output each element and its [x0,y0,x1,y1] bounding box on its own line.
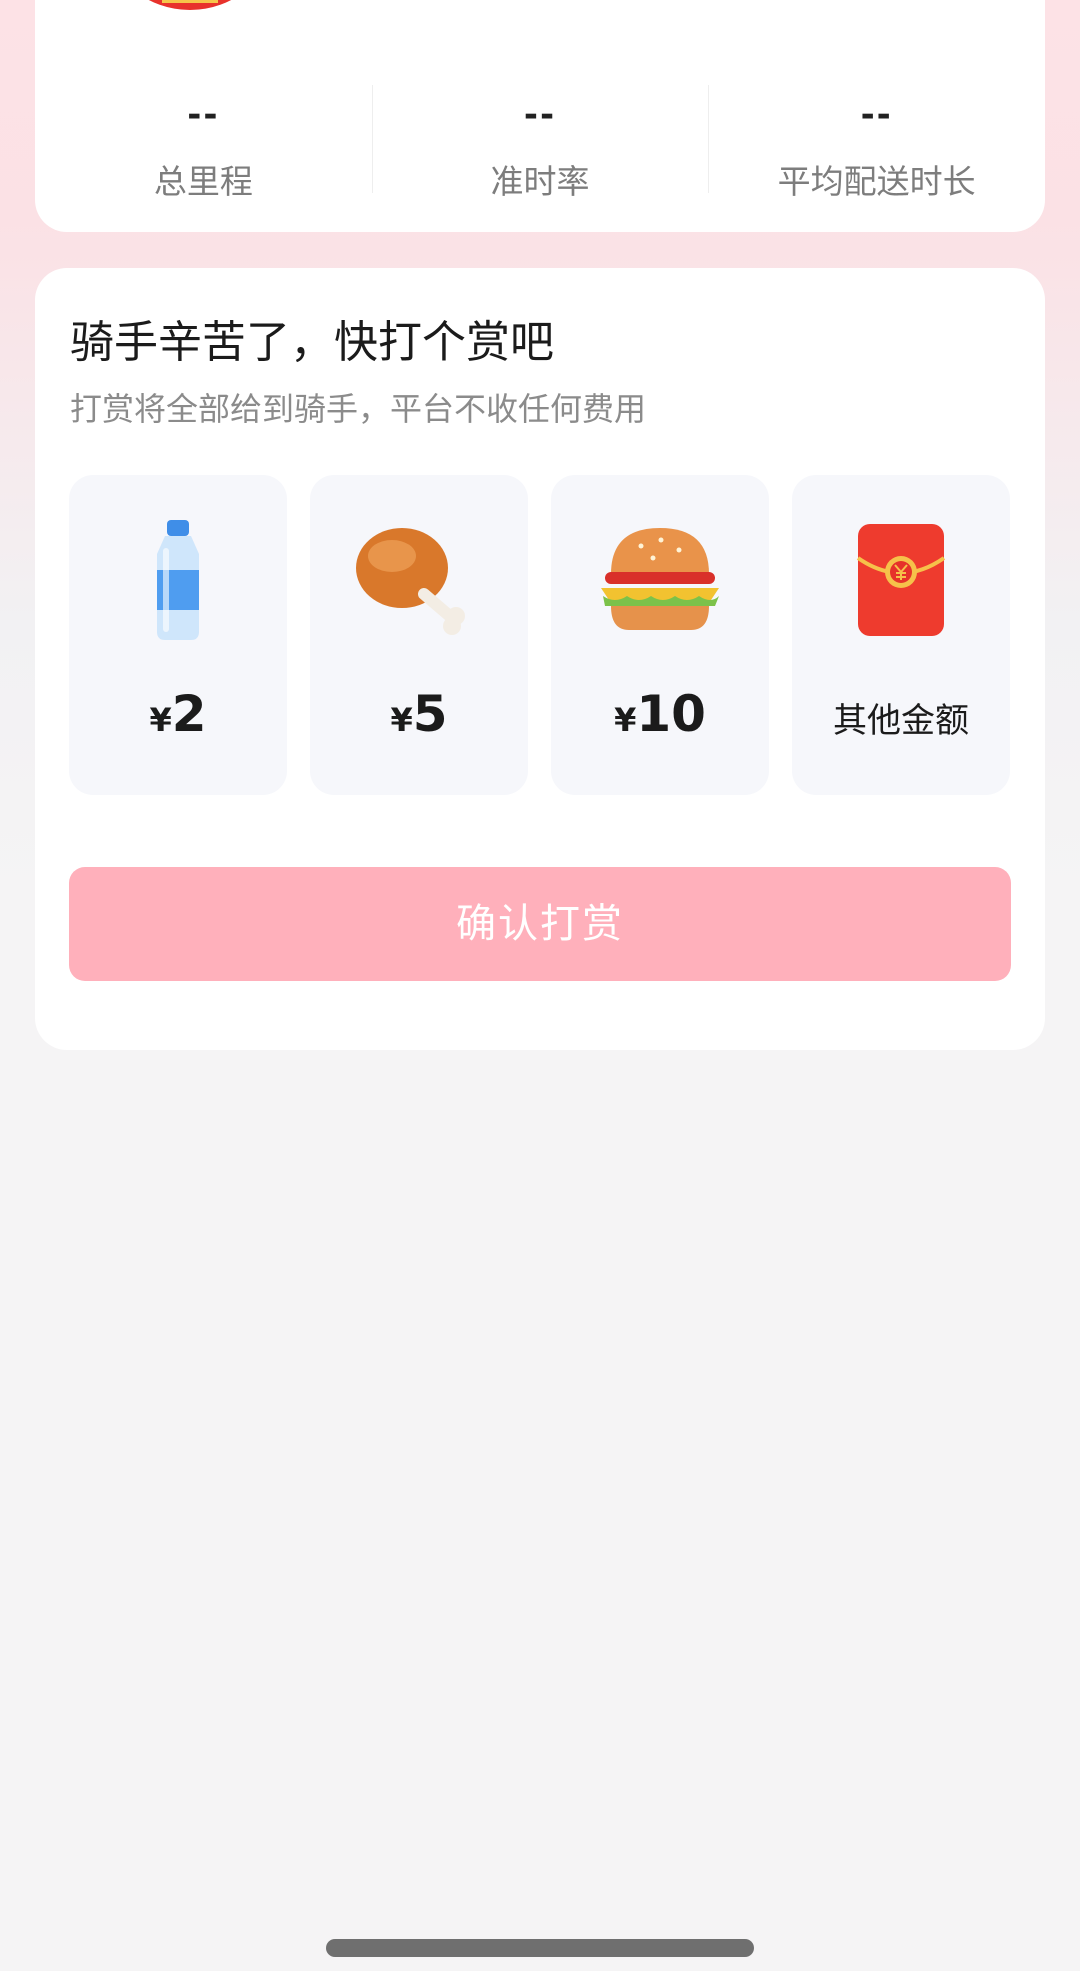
home-indicator[interactable] [326,1939,754,1957]
stat-average-delivery-time: -- 平均配送时长 [708,85,1045,201]
burger-icon [551,515,769,645]
stat-label: 总里程 [153,162,253,201]
red-envelope-icon [792,515,1010,645]
chicken-leg-icon [310,515,528,645]
rider-avatar [110,0,270,10]
tip-option-5[interactable]: ¥5 [310,475,528,795]
stat-value: -- [187,95,220,135]
tip-amount: 2 [171,685,207,743]
tip-options: ¥2 ¥5 ¥10 其他金额 [69,475,1010,795]
stat-label: 准时率 [490,162,590,201]
tip-option-other-amount[interactable]: 其他金额 [792,475,1010,795]
stat-on-time-rate: -- 准时率 [371,85,709,201]
tip-amount: 5 [412,685,448,743]
stat-label: 平均配送时长 [777,162,976,201]
stat-total-distance: -- 总里程 [35,95,372,201]
tip-title: 骑手辛苦了，快打个赏吧 [70,317,554,368]
stat-value: -- [523,95,557,135]
confirm-tip-button[interactable]: 确认打赏 [69,867,1011,981]
water-bottle-icon [69,515,287,645]
tip-subtitle: 打赏将全部给到骑手，平台不收任何费用 [70,390,647,428]
currency-symbol: ¥ [390,701,413,739]
stat-value: -- [860,95,893,135]
currency-symbol: ¥ [614,701,637,739]
tip-price: ¥10 [551,685,769,743]
tip-option-2[interactable]: ¥2 [69,475,287,795]
other-amount-label: 其他金额 [833,701,969,741]
tip-option-10[interactable]: ¥10 [551,475,769,795]
tip-price: ¥5 [310,685,528,743]
currency-symbol: ¥ [149,701,172,739]
tip-amount: 10 [636,685,706,743]
tip-card: 骑手辛苦了，快打个赏吧 打赏将全部给到骑手，平台不收任何费用 ¥2 ¥5 ¥10… [35,268,1045,1050]
stats-row: -- 总里程 -- 准时率 -- 平均配送时长 [35,85,1045,201]
tip-price: ¥2 [69,685,287,743]
rider-stats-card: -- 总里程 -- 准时率 -- 平均配送时长 [35,0,1045,232]
